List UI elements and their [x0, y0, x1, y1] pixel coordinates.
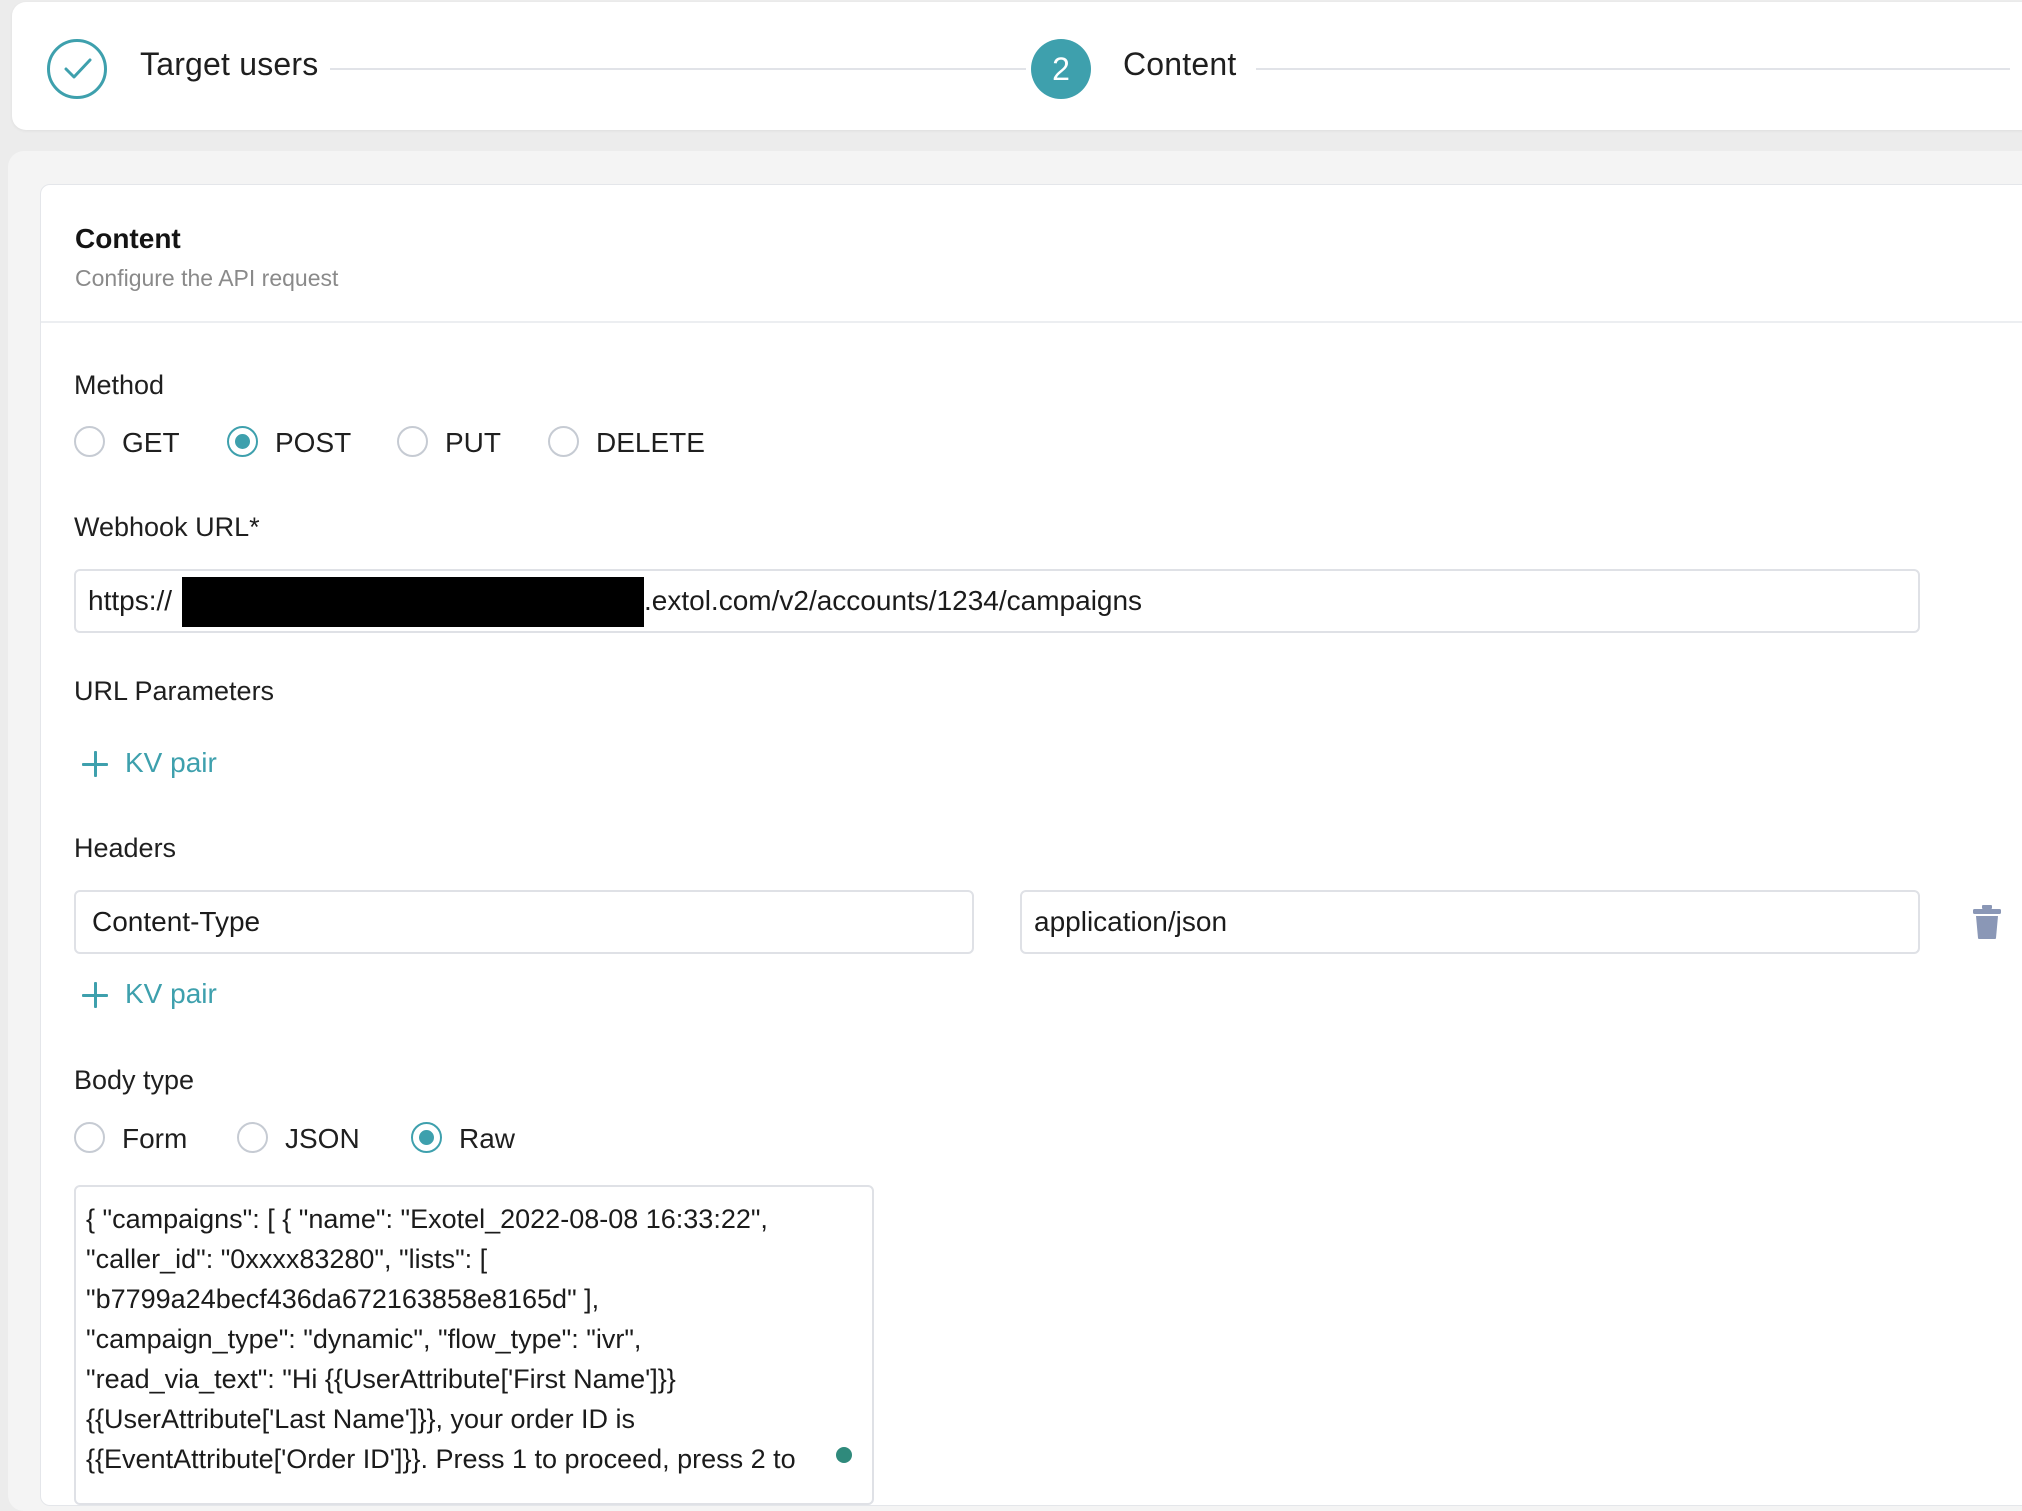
body-type-option-label: Raw	[459, 1123, 516, 1154]
radio-button-checked[interactable]	[411, 1122, 442, 1153]
url-parameters-label: URL Parameters	[74, 676, 275, 706]
radio-button[interactable]	[397, 426, 428, 457]
radio-button-checked[interactable]	[227, 426, 258, 457]
headers-label: Headers	[74, 833, 177, 863]
step-2-label[interactable]: Content	[1123, 46, 1236, 83]
method-label: Method	[74, 370, 165, 400]
status-dot-icon	[836, 1447, 852, 1463]
method-option-label: POST	[275, 427, 352, 458]
section-title: Content	[75, 223, 181, 254]
method-radio-group: GET POST PUT DELETE	[74, 423, 774, 463]
body-type-radio-group: Form JSON Raw	[74, 1119, 574, 1159]
add-kv-label: KV pair	[125, 978, 217, 1009]
step-1-label[interactable]: Target users	[140, 46, 318, 83]
raw-body-textarea[interactable]: { "campaigns": [ { "name": "Exotel_2022-…	[74, 1185, 874, 1505]
body-line: { "campaigns": [ { "name": "Exotel_2022-…	[86, 1204, 768, 1234]
checkmark-icon	[64, 58, 92, 79]
radio-button[interactable]	[548, 426, 579, 457]
plus-icon	[82, 982, 108, 1008]
body-line: "read_via_text": "Hi {{UserAttribute['Fi…	[86, 1364, 676, 1394]
header-value-input[interactable]: application/json	[1020, 890, 1920, 954]
body-type-option-label: JSON	[285, 1123, 360, 1154]
content-card-header: Content Configure the API request	[41, 185, 2022, 323]
add-kv-label: KV pair	[125, 747, 217, 778]
step-1-complete-icon[interactable]	[47, 39, 107, 99]
radio-button[interactable]	[237, 1122, 268, 1153]
method-option-label: PUT	[445, 427, 501, 458]
radio-button[interactable]	[74, 1122, 105, 1153]
method-option-label: DELETE	[596, 427, 705, 458]
radio-button[interactable]	[74, 426, 105, 457]
add-header-button[interactable]: KV pair	[78, 974, 238, 1014]
add-url-parameter-button[interactable]: KV pair	[78, 743, 238, 783]
header-key-input[interactable]: Content-Type	[74, 890, 974, 954]
webhook-url-label: Webhook URL*	[74, 512, 260, 542]
step-2-number[interactable]: 2	[1031, 39, 1091, 99]
plus-icon	[82, 751, 108, 777]
webhook-url-prefix: https://	[88, 585, 173, 616]
webhook-url-suffix: .extol.com/v2/accounts/1234/campaigns	[644, 585, 1143, 616]
body-line: {{EventAttribute['Order ID']}}. Press 1 …	[86, 1444, 796, 1474]
webhook-url-input[interactable]: https:// .extol.com/v2/accounts/1234/cam…	[74, 569, 1920, 633]
body-type-option-label: Form	[122, 1123, 188, 1154]
step-connector	[330, 68, 1026, 70]
body-line: "campaign_type": "dynamic", "flow_type":…	[86, 1324, 642, 1354]
redacted-block	[182, 577, 644, 627]
body-type-label: Body type	[74, 1065, 195, 1095]
body-line: "b7799a24becf436da672163858e8165d" ],	[86, 1284, 600, 1314]
method-option-label: GET	[122, 427, 180, 458]
body-line: {{UserAttribute['Last Name']}}, your ord…	[86, 1404, 636, 1434]
body-line: "caller_id": "0xxxx83280", "lists": [	[86, 1244, 488, 1274]
step-connector-trailing	[1256, 68, 2010, 70]
section-subtitle: Configure the API request	[75, 265, 339, 291]
delete-header-icon[interactable]	[1972, 904, 2002, 940]
